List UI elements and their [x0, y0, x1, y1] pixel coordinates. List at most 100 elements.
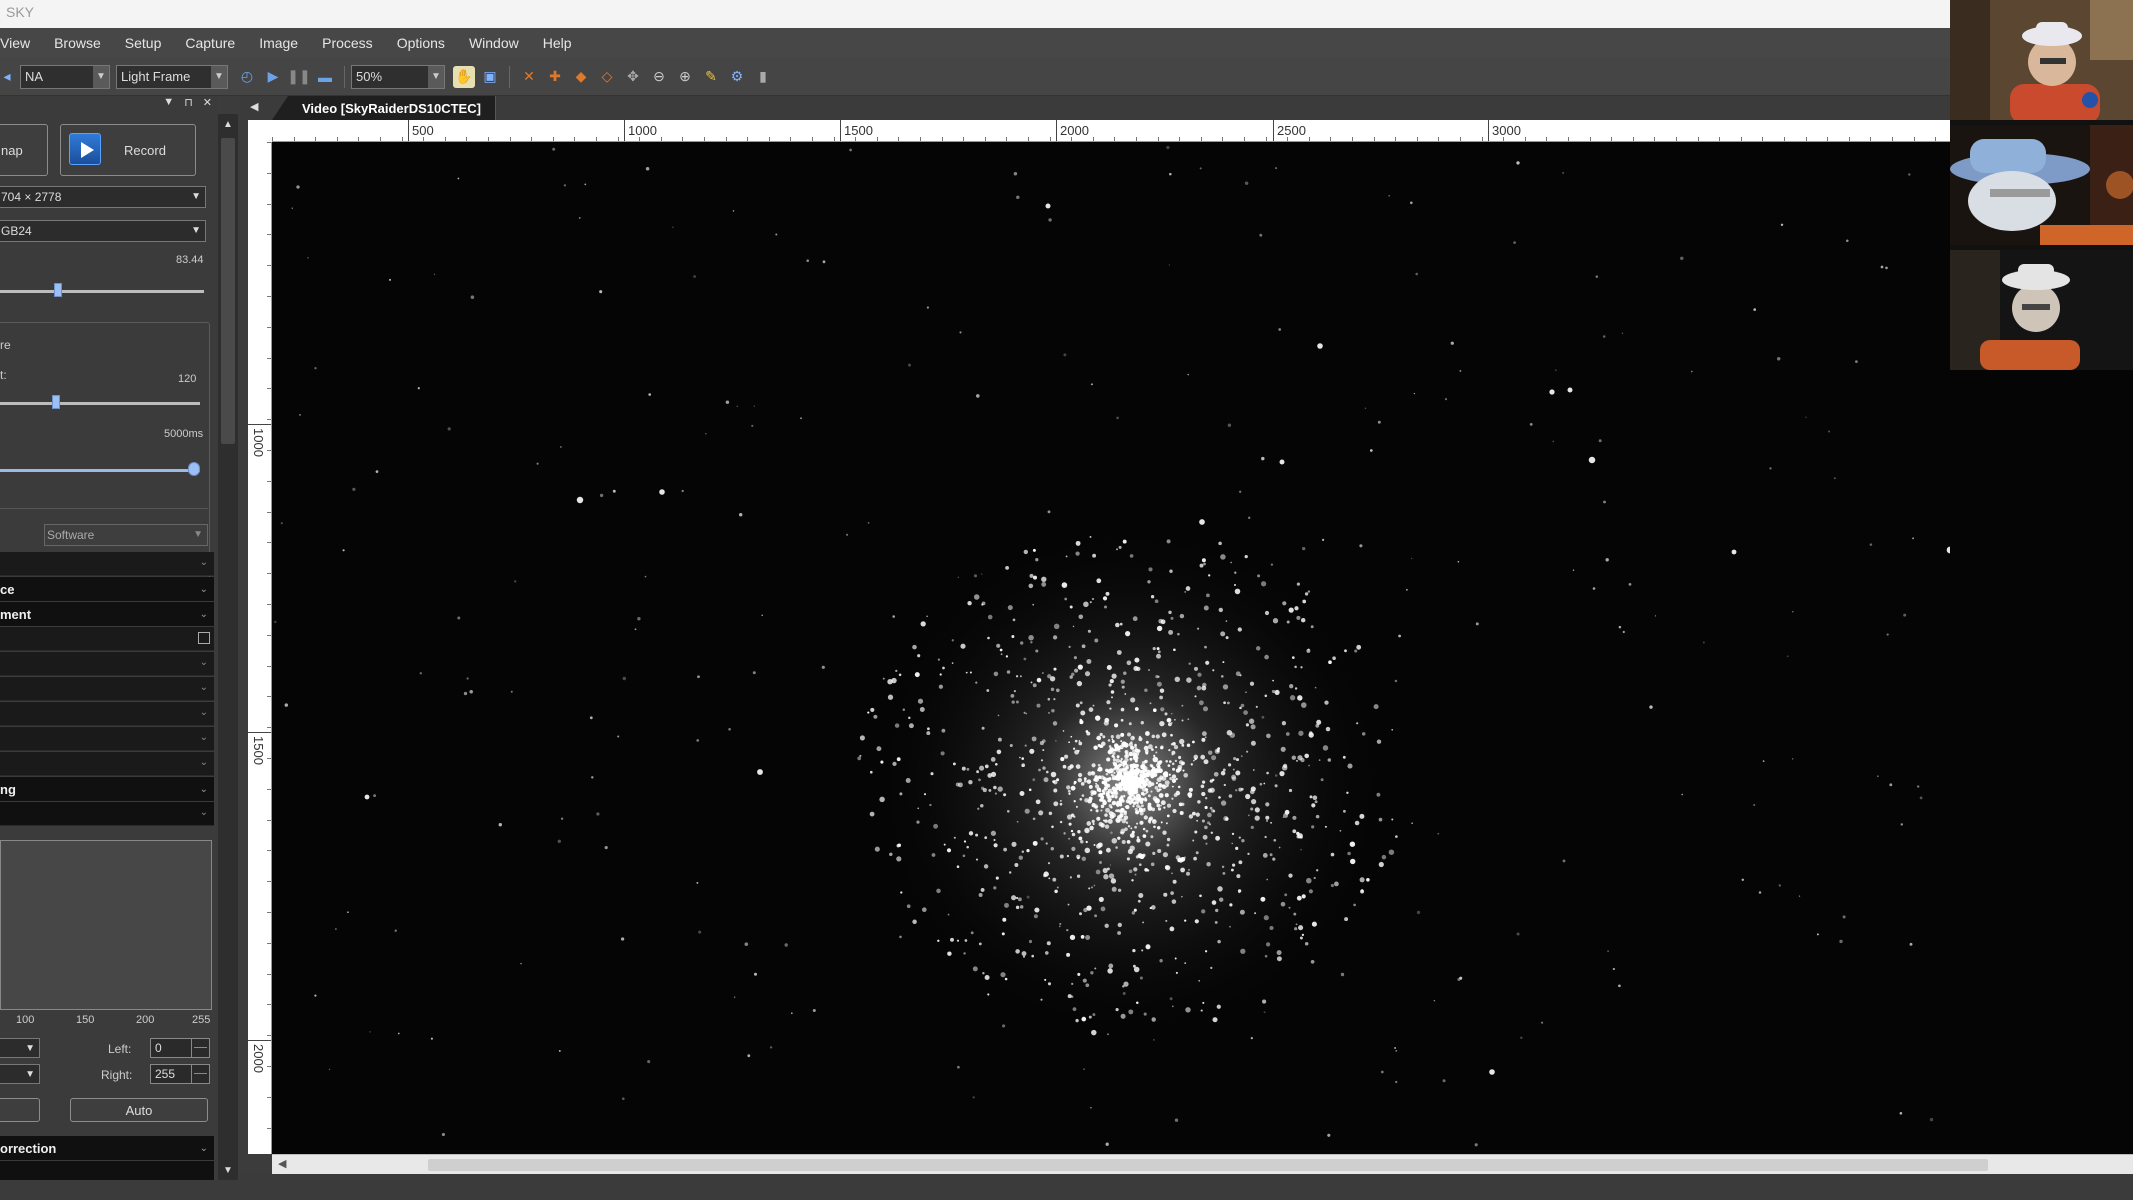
dropdown-icon[interactable]: ▼ [163, 96, 174, 110]
star [1063, 353, 1067, 357]
diamond-outline-icon[interactable]: ◇ [596, 66, 618, 88]
section-header[interactable]: ng ⌄ [0, 777, 214, 801]
star [1210, 831, 1213, 834]
panel-row[interactable]: ⌄ [0, 802, 214, 826]
channel-select[interactable]: ▼ [0, 1038, 40, 1058]
horizontal-scrollbar[interactable]: ◀ [272, 1154, 2133, 1174]
reset-button[interactable] [0, 1098, 40, 1122]
star [1108, 683, 1112, 687]
scroll-left-icon[interactable]: ◀ [278, 1157, 286, 1170]
auto-button[interactable]: Auto [70, 1098, 208, 1122]
ruler-minor-tick [267, 1128, 271, 1129]
film-icon[interactable]: ▬ [314, 66, 336, 88]
pin-icon[interactable]: ⊓ [184, 96, 193, 110]
histogram[interactable] [0, 840, 212, 1010]
menu-help[interactable]: Help [531, 35, 584, 51]
tab-video[interactable]: Video [SkyRaiderDS10CTEC] [272, 96, 496, 120]
offset-slider-thumb[interactable] [52, 395, 60, 409]
stepper-arrows-icon[interactable] [191, 1065, 209, 1083]
star [1183, 772, 1189, 778]
move-icon[interactable]: ✥ [622, 66, 644, 88]
star [1103, 874, 1109, 880]
star [961, 766, 966, 771]
right-stepper[interactable]: 255 [150, 1064, 210, 1084]
mode-select[interactable]: ▼ [0, 1064, 40, 1084]
checkbox[interactable] [198, 632, 210, 644]
scroll-thumb[interactable] [428, 1159, 1988, 1171]
section-header[interactable]: ment ⌄ [0, 602, 214, 626]
star [1324, 825, 1327, 828]
ruler-minor-tick [963, 137, 964, 141]
thermometer-icon[interactable]: ▮ [752, 66, 774, 88]
target-icon[interactable]: ✚ [544, 66, 566, 88]
palette-icon[interactable]: ✎ [700, 66, 722, 88]
scroll-up-icon[interactable]: ▲ [218, 114, 238, 134]
star [1041, 576, 1047, 582]
menu-setup[interactable]: Setup [113, 35, 174, 51]
menu-image[interactable]: Image [247, 35, 310, 51]
image-viewport[interactable] [272, 142, 1950, 1154]
stepper-arrows-icon[interactable] [191, 1039, 209, 1057]
star [469, 689, 473, 694]
record-button[interactable]: Record [60, 124, 196, 176]
participant-tile[interactable] [1950, 0, 2133, 120]
star [1115, 622, 1120, 628]
panel-row[interactable]: ⌄ [0, 677, 214, 701]
star [1107, 968, 1113, 974]
star [457, 616, 461, 620]
panel-scrollbar[interactable]: ▲ ▼ [218, 114, 238, 1180]
camera-select[interactable]: NA ▼ [20, 64, 110, 89]
gain-slider[interactable] [0, 290, 204, 293]
frame-type-select[interactable]: Light Frame ▼ [116, 64, 228, 89]
circle-minus-icon[interactable]: ⊖ [648, 66, 670, 88]
ruler-label: 3000 [1492, 123, 1521, 138]
participant-tile[interactable] [1950, 125, 2133, 245]
trigger-select[interactable]: Software ▼ [44, 524, 208, 546]
star [375, 470, 379, 473]
star [1416, 910, 1421, 915]
format-select[interactable]: GB24 ▼ [0, 220, 206, 242]
play-icon[interactable]: ▶ [262, 66, 284, 88]
panel-row[interactable]: ⌄ [0, 702, 214, 726]
menu-browse[interactable]: Browse [42, 35, 113, 51]
menu-window[interactable]: Window [457, 35, 531, 51]
menu-process[interactable]: Process [310, 35, 385, 51]
tab-scroll-left-icon[interactable]: ◀ [250, 100, 258, 113]
left-stepper[interactable]: 0 [150, 1038, 210, 1058]
star [347, 911, 349, 914]
refresh-icon[interactable]: ◴ [236, 66, 258, 88]
resolution-select[interactable]: 704 × 2778 ▼ [0, 186, 206, 208]
panel-row[interactable] [0, 627, 214, 651]
gear-icon[interactable]: ⚙ [726, 66, 748, 88]
scroll-thumb[interactable] [221, 138, 235, 444]
star [1107, 1033, 1109, 1036]
panel-row[interactable]: ⌄ [0, 752, 214, 776]
exposure-slider-thumb[interactable] [188, 462, 200, 476]
pause-icon[interactable]: ❚❚ [287, 66, 310, 88]
section-header[interactable]: orrection ⌄ [0, 1136, 214, 1160]
hand-icon[interactable]: ✋ [453, 65, 475, 88]
participant-tile[interactable] [1950, 250, 2133, 370]
diamond-icon[interactable]: ◆ [570, 66, 592, 88]
panel-row[interactable]: ⌄ [0, 727, 214, 751]
scroll-down-icon[interactable]: ▼ [218, 1160, 238, 1180]
panel-row[interactable]: ⌄ [0, 652, 214, 676]
circle-plus-icon[interactable]: ⊕ [674, 66, 696, 88]
image-icon[interactable]: ▣ [479, 66, 501, 88]
section-header[interactable]: ce ⌄ [0, 577, 214, 601]
menu-options[interactable]: Options [385, 35, 457, 51]
offset-slider[interactable] [0, 402, 200, 405]
menu-view[interactable]: View [0, 35, 42, 51]
snap-button[interactable]: nap [0, 124, 48, 176]
zoom-select[interactable]: 50% ▼ [351, 64, 445, 89]
arrow-icon[interactable]: ◂ [2, 66, 12, 88]
menu-capture[interactable]: Capture [173, 35, 247, 51]
star [1325, 726, 1331, 732]
close-icon[interactable]: ✕ [203, 96, 212, 110]
panel-row[interactable]: ⌄ [0, 552, 214, 576]
star [536, 462, 539, 465]
crosshair-icon[interactable]: ✕ [518, 66, 540, 88]
gain-slider-thumb[interactable] [54, 283, 62, 297]
exposure-slider[interactable] [0, 469, 200, 472]
star [997, 714, 1000, 717]
